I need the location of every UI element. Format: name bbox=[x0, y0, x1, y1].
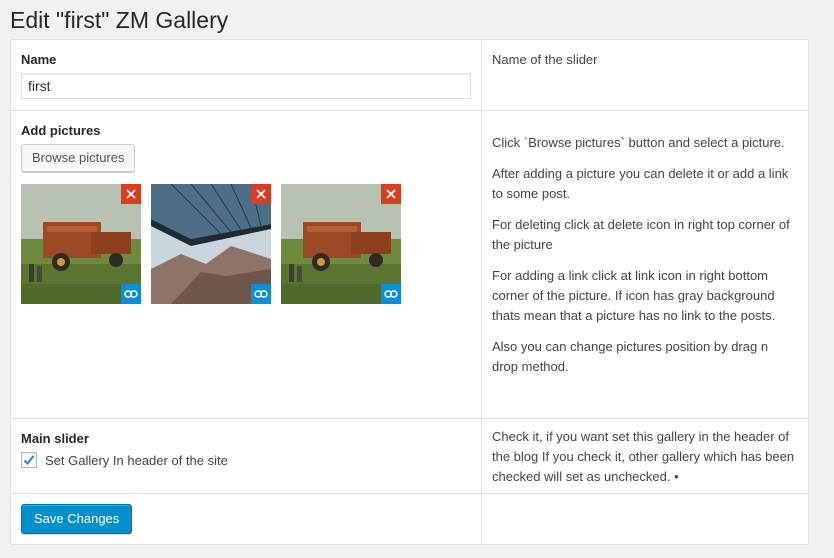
picture-thumbnail[interactable] bbox=[151, 184, 271, 304]
name-label: Name bbox=[21, 52, 57, 67]
page-title: Edit "first" ZM Gallery bbox=[10, 7, 229, 33]
delete-picture-button[interactable] bbox=[121, 184, 141, 204]
link-icon bbox=[254, 290, 268, 298]
name-input[interactable] bbox=[21, 73, 471, 99]
name-help: Name of the slider bbox=[492, 52, 598, 67]
link-icon bbox=[384, 290, 398, 298]
name-row: Name Name of the slider bbox=[10, 39, 809, 111]
set-gallery-header-label: Set Gallery In header of the site bbox=[45, 452, 228, 468]
link-picture-button[interactable] bbox=[251, 284, 271, 304]
save-row: Save Changes bbox=[10, 493, 809, 545]
help-paragraph: For deleting click at delete icon in rig… bbox=[492, 217, 790, 252]
link-picture-button[interactable] bbox=[381, 284, 401, 304]
picture-thumbnail[interactable] bbox=[21, 184, 141, 304]
delete-picture-button[interactable] bbox=[251, 184, 271, 204]
main-slider-label: Main slider bbox=[21, 431, 89, 446]
save-changes-button[interactable]: Save Changes bbox=[21, 504, 133, 534]
picture-thumbnail[interactable] bbox=[281, 184, 401, 304]
checkmark-icon bbox=[23, 455, 35, 465]
close-icon bbox=[256, 189, 266, 199]
delete-picture-button[interactable] bbox=[381, 184, 401, 204]
close-icon bbox=[126, 189, 136, 199]
help-paragraph: After adding a picture you can delete it… bbox=[492, 166, 789, 201]
help-paragraph: Click `Browse pictures` button and selec… bbox=[492, 135, 785, 150]
help-paragraph: Also you can change pictures position by… bbox=[492, 339, 769, 374]
pictures-help: Click `Browse pictures` button and selec… bbox=[482, 111, 808, 377]
main-slider-row: Main slider Set Gallery In header of the… bbox=[10, 418, 809, 494]
help-paragraph: For adding a link click at link icon in … bbox=[492, 268, 776, 323]
set-gallery-header-option[interactable]: Set Gallery In header of the site bbox=[21, 452, 471, 468]
picture-thumbnails bbox=[21, 184, 471, 304]
gallery-form-table: Name Name of the slider Add pictures Bro… bbox=[10, 39, 809, 545]
browse-pictures-button[interactable]: Browse pictures bbox=[21, 144, 136, 172]
link-icon bbox=[124, 290, 138, 298]
set-gallery-header-checkbox[interactable] bbox=[21, 452, 37, 468]
link-picture-button[interactable] bbox=[121, 284, 141, 304]
pictures-label: Add pictures bbox=[21, 123, 101, 138]
pictures-row: Add pictures Browse pictures Click `Brow… bbox=[10, 110, 809, 419]
close-icon bbox=[386, 189, 396, 199]
main-slider-help: Check it, if you want set this gallery i… bbox=[492, 429, 795, 484]
